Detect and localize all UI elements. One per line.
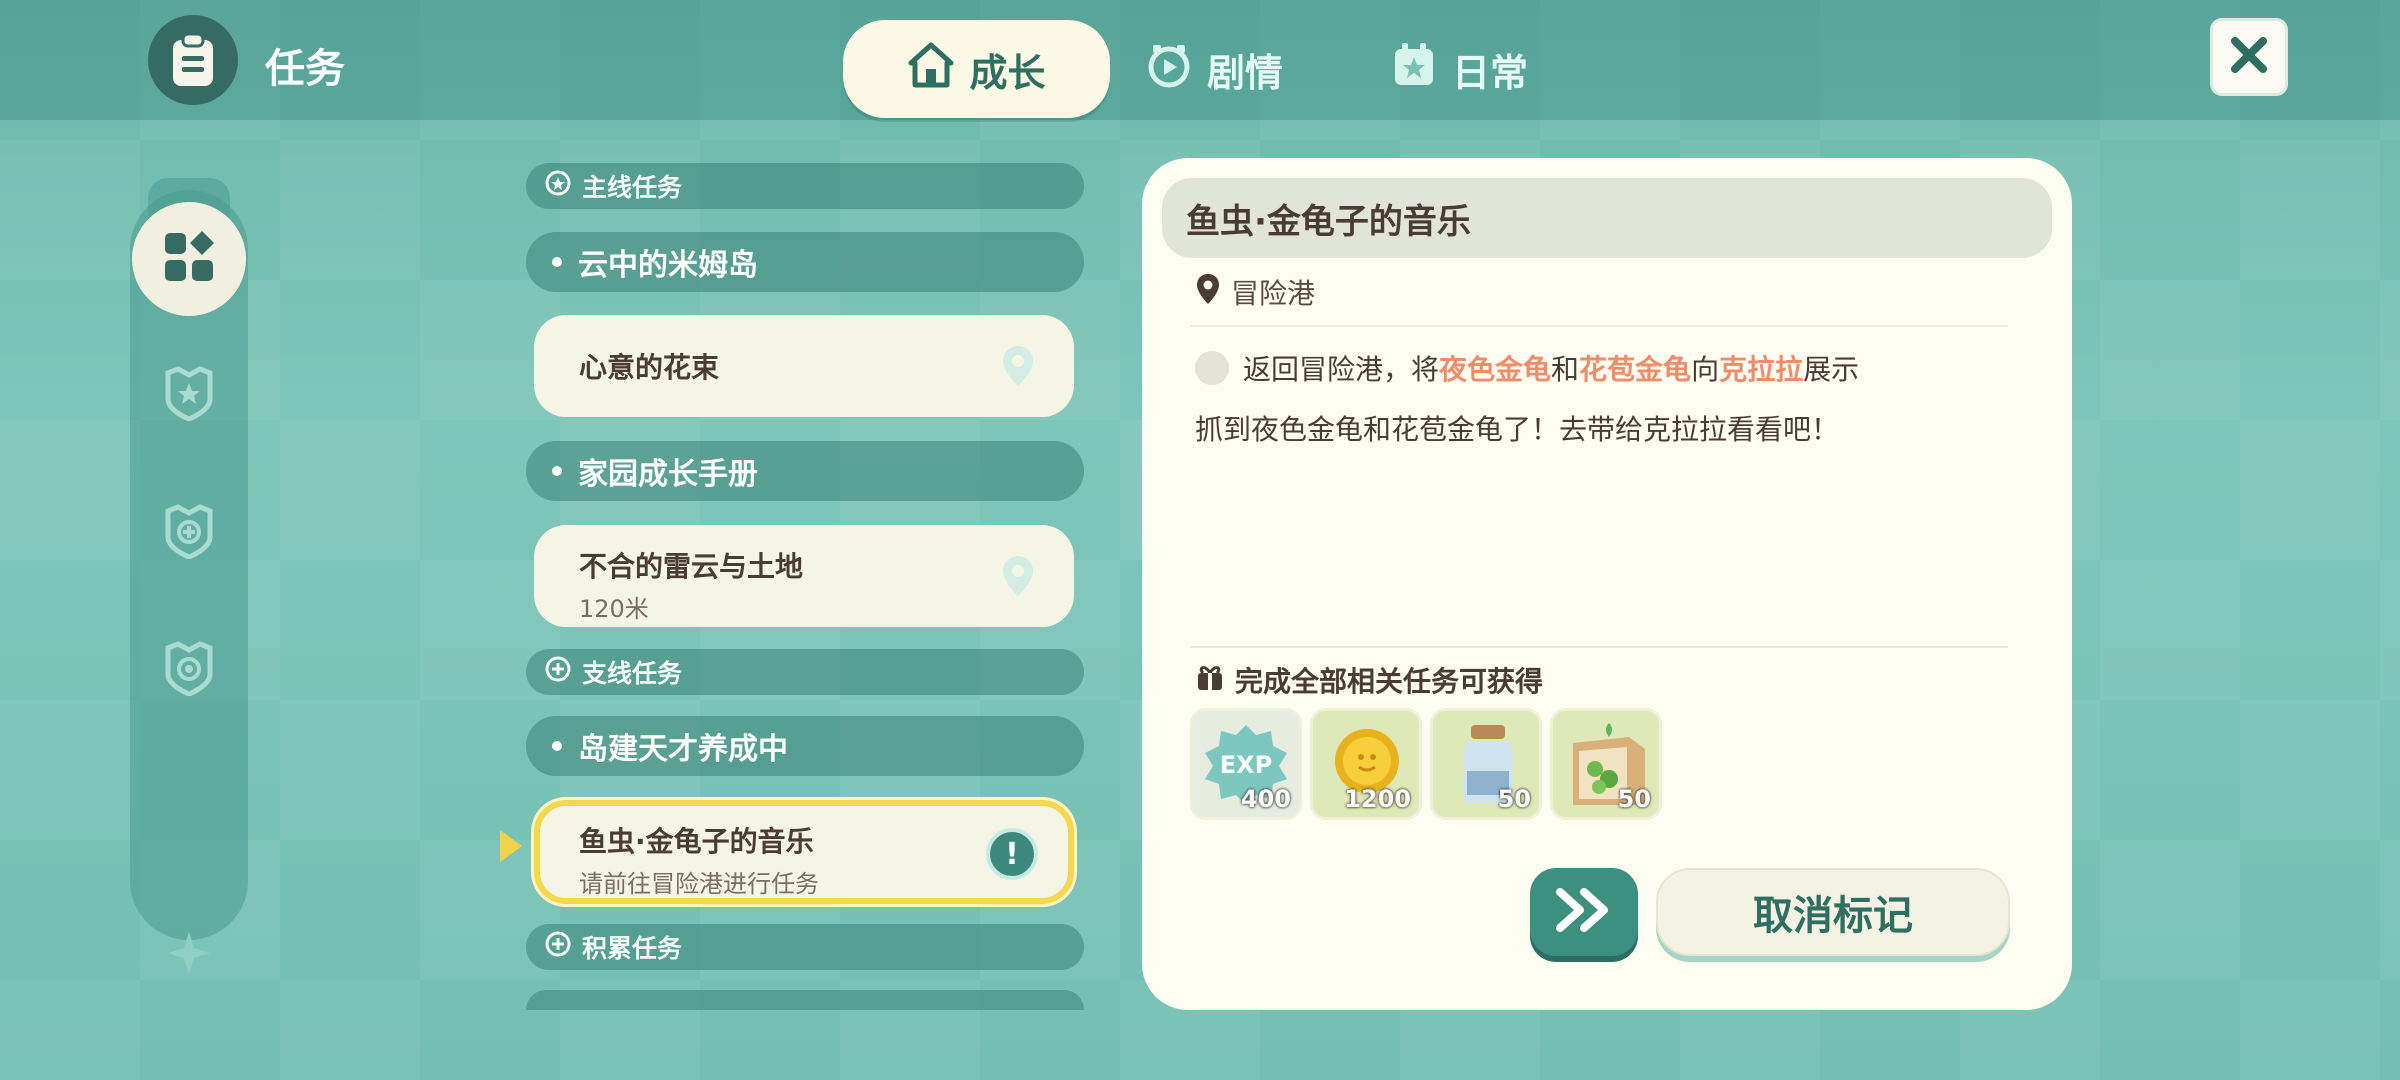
grid-icon: [161, 229, 217, 289]
objective-checkbox: [1195, 351, 1229, 385]
location-pin-icon: [1000, 344, 1036, 388]
bullet-dot: [552, 466, 562, 476]
group-island-genius[interactable]: 岛建天才养成中: [526, 716, 1084, 776]
reward-count: 1200: [1344, 785, 1411, 813]
npc-highlight: 克拉拉: [1719, 353, 1804, 386]
quest-description: 抓到夜色金龟和花苞金龟了！去带给克拉拉看看吧！: [1195, 413, 1840, 446]
star-badge-icon: [162, 365, 216, 425]
group-label: 岛建天才养成中: [578, 732, 788, 767]
target-badge-icon: [162, 640, 216, 700]
objective-text: 返回冒险港，将夜色金龟和花苞金龟向克拉拉展示: [1243, 353, 1860, 386]
quest-detail-title: 鱼虫·金龟子的音乐: [1162, 178, 2052, 258]
quest-location: 冒险港: [1195, 272, 1315, 312]
reward-count: 50: [1497, 785, 1531, 813]
section-main-quests: 主线任务: [526, 163, 1084, 209]
clipboard-icon: [148, 15, 238, 105]
close-icon: [2227, 33, 2271, 81]
tab-story-label: 剧情: [1207, 50, 1284, 95]
divider: [1190, 325, 2008, 327]
plus-badge-icon: [162, 503, 216, 563]
section-accum-quests: 积累任务: [526, 924, 1084, 970]
quest-item-bouquet[interactable]: 心意的花束: [534, 315, 1074, 417]
selected-indicator-icon: [500, 830, 522, 862]
reward-jar[interactable]: 50: [1430, 708, 1542, 820]
gift-icon: [1195, 662, 1225, 699]
group-label: 家园成长手册: [578, 457, 758, 492]
accum-quest-icon: [544, 930, 572, 964]
play-icon: [1145, 41, 1193, 98]
item-highlight: 花苞金龟: [1579, 353, 1692, 386]
rail-item-all[interactable]: [132, 202, 246, 316]
double-chevron-right-icon: [1554, 888, 1614, 936]
rail-item-star[interactable]: [159, 365, 219, 425]
list-item-partial: [526, 990, 1084, 1010]
reward-count: 50: [1617, 785, 1651, 813]
page-title: 任务: [265, 46, 345, 92]
section-main-label: 主线任务: [582, 173, 683, 202]
section-side-quests: 支线任务: [526, 649, 1084, 695]
tab-daily-label: 日常: [1452, 50, 1529, 95]
main-quest-icon: [544, 169, 572, 203]
calendar-star-icon: [1390, 41, 1438, 98]
bullet-dot: [552, 741, 562, 751]
reward-header-label: 完成全部相关任务可获得: [1235, 665, 1544, 698]
location-pin-icon: [1000, 554, 1036, 598]
fast-forward-button[interactable]: [1530, 868, 1638, 956]
group-label: 云中的米姆岛: [578, 248, 758, 283]
group-home-handbook[interactable]: 家园成长手册: [526, 441, 1084, 501]
location-label: 冒险港: [1231, 277, 1316, 310]
side-quest-icon: [544, 655, 572, 689]
section-side-label: 支线任务: [582, 659, 683, 688]
quest-name: 心意的花束: [579, 351, 720, 384]
location-pin-icon: [1195, 273, 1221, 312]
group-cloud-island[interactable]: 云中的米姆岛: [526, 232, 1084, 292]
tab-daily[interactable]: 日常: [1390, 20, 1528, 118]
reward-coin[interactable]: 1200: [1310, 708, 1422, 820]
cancel-mark-button[interactable]: 取消标记: [1656, 868, 2010, 956]
exclamation-icon: !: [986, 828, 1038, 880]
rail-item-plus[interactable]: [159, 503, 219, 563]
tab-growth[interactable]: 成长: [843, 20, 1110, 118]
rail-bottom-ornament-icon: [166, 930, 212, 980]
tab-growth-label: 成长: [969, 50, 1046, 95]
reward-header: 完成全部相关任务可获得: [1195, 660, 1543, 700]
quest-item-beetle-music[interactable]: 鱼虫·金龟子的音乐 请前往冒险港进行任务 !: [534, 800, 1074, 904]
house-icon: [907, 41, 955, 98]
tab-story[interactable]: 剧情: [1145, 20, 1283, 118]
reward-count: 400: [1240, 785, 1291, 813]
reward-seed-pack[interactable]: 50: [1550, 708, 1662, 820]
bullet-dot: [552, 257, 562, 267]
svg-text:EXP: EXP: [1220, 751, 1273, 779]
item-highlight: 夜色金龟: [1439, 353, 1552, 386]
rail-item-target[interactable]: [159, 640, 219, 700]
reward-exp[interactable]: EXP 400: [1190, 708, 1302, 820]
quest-objective: 返回冒险港，将夜色金龟和花苞金龟向克拉拉展示: [1195, 348, 1859, 388]
close-button[interactable]: [2210, 18, 2288, 96]
quest-item-thunder-land[interactable]: 不合的雷云与土地 120米: [534, 525, 1074, 627]
section-accum-label: 积累任务: [582, 934, 683, 963]
divider: [1190, 646, 2008, 648]
